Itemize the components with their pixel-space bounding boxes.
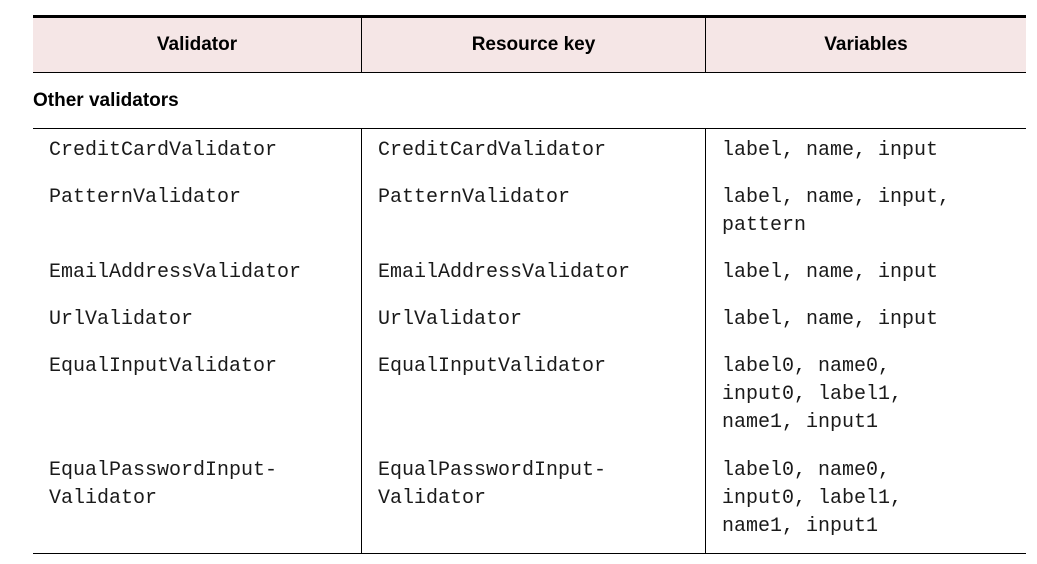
table-cell-variables: label, name, input, pattern [722,186,951,237]
table-cell-variables: label0, name0, input0, label1, name1, in… [722,459,903,538]
table-cell-resource-key: EqualInputValidator [378,355,607,378]
table-cell-resource-key: PatternValidator [378,186,571,209]
table-cell-resource-key: CreditCardValidator [378,139,607,162]
table-cell-validator: EqualInputValidator [49,355,278,378]
table-cell-validator: UrlValidator [49,308,194,331]
section-title: Other validators [33,73,1026,129]
table-cell-validator: EmailAddressValidator [49,261,302,284]
table-header: Validator Resource key Variables [33,15,1026,73]
table-body: CreditCardValidator PatternValidator Ema… [33,129,1026,554]
table-cell-validator: PatternValidator [49,186,242,209]
header-resource-key: Resource key [362,18,706,72]
table-cell-variables: label, name, input [722,139,939,162]
table-cell-resource-key: UrlValidator [378,308,523,331]
table-cell-variables: label0, name0, input0, label1, name1, in… [722,355,903,434]
table-cell-variables: label, name, input [722,261,939,284]
header-validator: Validator [33,18,362,72]
table-cell-variables: label, name, input [722,308,939,331]
table-cell-validator: EqualPasswordInput- Validator [49,459,278,510]
header-variables: Variables [824,34,908,55]
resource-key-column: CreditCardValidator PatternValidator Ema… [362,129,706,553]
validator-column: CreditCardValidator PatternValidator Ema… [33,129,362,553]
table-cell-validator: CreditCardValidator [49,139,278,162]
table-cell-resource-key: EqualPasswordInput- Validator [378,459,607,510]
table-cell-resource-key: EmailAddressValidator [378,261,631,284]
variables-column: label, name, input label, name, input, p… [706,129,1026,553]
validators-table: Validator Resource key Variables Other v… [33,15,1026,554]
